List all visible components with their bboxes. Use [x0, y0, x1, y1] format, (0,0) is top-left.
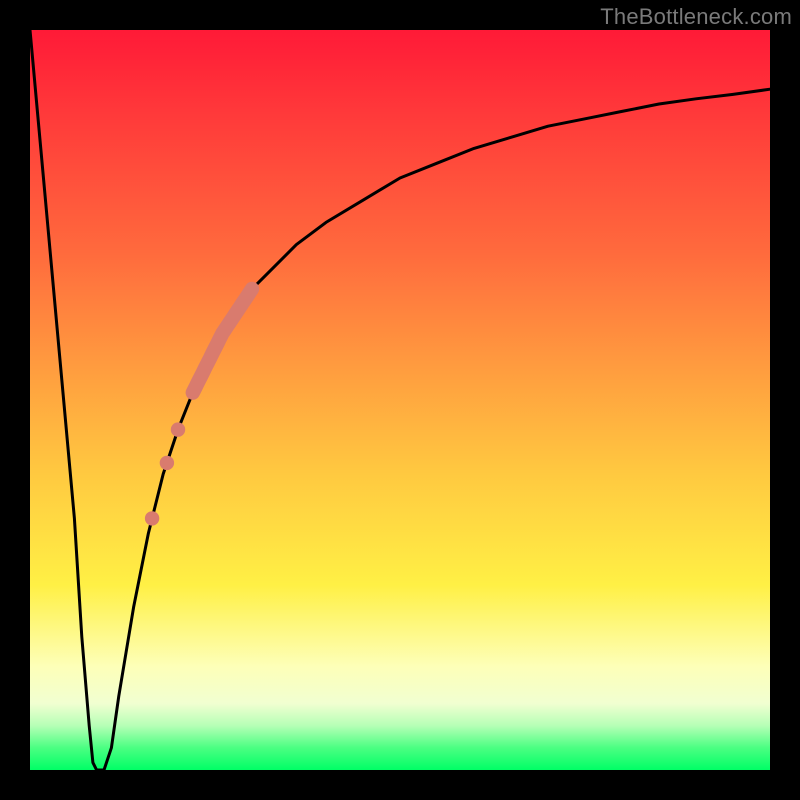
watermark-text: TheBottleneck.com	[600, 4, 792, 30]
highlight-band	[193, 289, 252, 393]
chart-svg	[30, 30, 770, 770]
chart-frame: TheBottleneck.com	[0, 0, 800, 800]
dot-2	[160, 456, 174, 470]
bottleneck-curve	[30, 30, 770, 770]
dot-3	[145, 511, 159, 525]
plot-area	[30, 30, 770, 770]
dot-1	[171, 422, 185, 436]
curve-markers	[145, 289, 252, 526]
